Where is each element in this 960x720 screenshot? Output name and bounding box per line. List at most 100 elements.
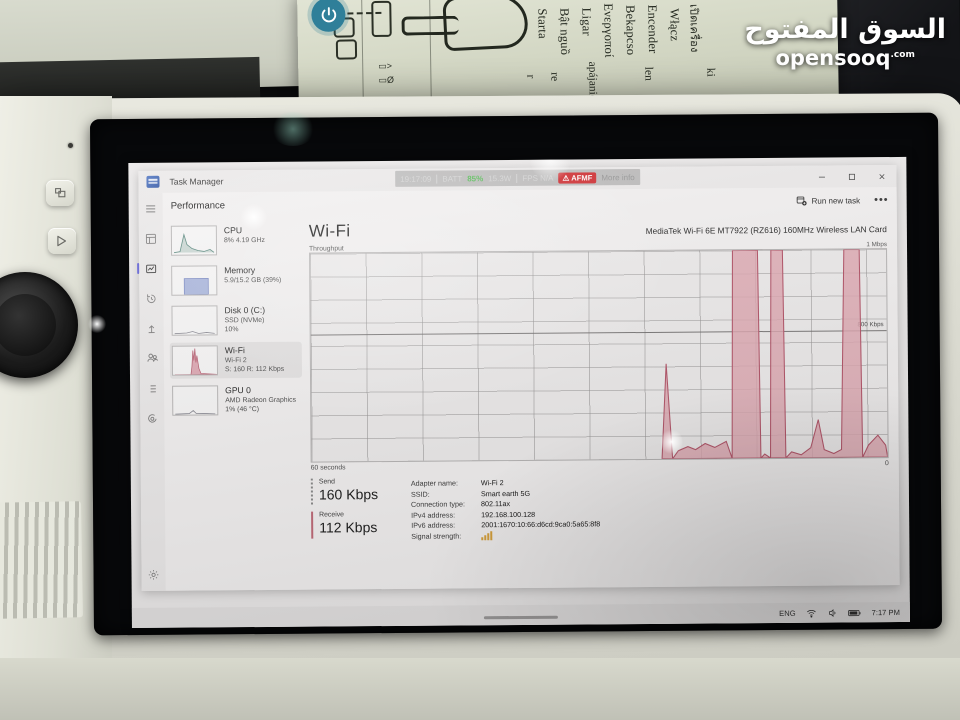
close-button[interactable] bbox=[866, 165, 896, 187]
perf-item-disk[interactable]: Disk 0 (C:) SSD (NVMe) 10% bbox=[169, 302, 301, 339]
manual-lang-2: Ligar bbox=[579, 7, 594, 36]
send-value: 160 Kbps bbox=[318, 486, 379, 503]
minimize-button[interactable] bbox=[806, 165, 836, 187]
watermark-arabic-text: السوق المفتوح bbox=[744, 14, 946, 45]
osd-divider-1 bbox=[436, 174, 438, 184]
wifi-stats: Send 160 Kbps Receive 112 Kbps Adapter n… bbox=[310, 474, 890, 545]
wifi-icon[interactable] bbox=[806, 607, 817, 618]
battery-icon[interactable] bbox=[847, 607, 862, 618]
osd-batt-label: BATT bbox=[442, 173, 463, 184]
more-options-button[interactable]: ••• bbox=[874, 194, 889, 206]
throughput-graph: 800 Kbps bbox=[309, 248, 889, 463]
services-icon[interactable] bbox=[144, 410, 161, 427]
perf-item-gpu[interactable]: GPU 0 AMD Radeon Graphics 1% (46 °C) bbox=[170, 382, 302, 419]
navigation-rail bbox=[138, 192, 166, 591]
field-key: Connection type: bbox=[410, 499, 466, 509]
gpu-title: GPU 0 bbox=[225, 385, 251, 396]
taskbar-drag-handle[interactable] bbox=[483, 615, 558, 620]
afmf-badge: ⚠ AFMF bbox=[558, 171, 597, 184]
adapter-model-label: MediaTek Wi-Fi 6E MT7922 (RZ616) 160MHz … bbox=[645, 224, 887, 236]
watermark-latin-text: opensooq.com bbox=[775, 46, 915, 70]
manual-lang-3: Ενεργοποί bbox=[601, 3, 617, 58]
field-ssid: SSID: Smart earth 5G bbox=[411, 488, 600, 498]
run-new-task-button[interactable]: Run new task bbox=[796, 194, 861, 207]
performance-list: CPU 8% 4.19 GHz Memory 5.9/15.2 GB (39%)… bbox=[163, 218, 304, 591]
settings-gear-icon[interactable] bbox=[145, 566, 162, 583]
windows-taskbar: ENG 7:17 PM bbox=[131, 601, 910, 629]
performance-icon[interactable] bbox=[143, 260, 160, 277]
run-new-task-label: Run new task bbox=[811, 195, 861, 206]
field-key: IPv4 address: bbox=[411, 509, 456, 520]
task-manager-app-icon bbox=[146, 175, 160, 188]
maximize-button[interactable] bbox=[836, 165, 866, 187]
field-value: Smart earth 5G bbox=[480, 488, 531, 498]
disk-text: Disk 0 (C:) SSD (NVMe) 10% bbox=[224, 305, 265, 334]
memory-sub1: 5.9/15.2 GB (39%) bbox=[224, 276, 282, 285]
details-icon[interactable] bbox=[144, 380, 161, 397]
wifi-sub1: Wi-Fi 2 bbox=[224, 356, 247, 365]
osd-watts: 15.3W bbox=[488, 173, 512, 183]
field-signal-strength: Signal strength: bbox=[411, 530, 600, 540]
speaker-icon[interactable] bbox=[827, 607, 838, 618]
receive-value: 112 Kbps bbox=[319, 519, 378, 536]
window-body: Performance Run new task ••• CPU 8% 4.19… bbox=[138, 187, 900, 591]
amd-overlay-hud: 19:17:09 BATT 85% 15.3W FPS N/A ⚠ AFMF M… bbox=[395, 169, 640, 187]
wifi-title: Wi-Fi bbox=[224, 345, 245, 356]
disk-sub2: 10% bbox=[224, 326, 239, 334]
perf-item-memory[interactable]: Memory 5.9/15.2 GB (39%) bbox=[169, 262, 301, 299]
hand-finger-illustration bbox=[401, 15, 459, 36]
language-indicator[interactable]: ENG bbox=[779, 608, 796, 617]
disk-title: Disk 0 (C:) bbox=[224, 304, 266, 316]
wifi-detail-panel: Wi-Fi MediaTek Wi-Fi 6E MT7922 (RZ616) 1… bbox=[301, 213, 900, 590]
front-camera-icon bbox=[68, 143, 73, 148]
perf-item-wifi[interactable]: Wi-Fi Wi-Fi 2 S: 160 R: 112 Kbps bbox=[169, 341, 303, 379]
perf-item-cpu[interactable]: CPU 8% 4.19 GHz bbox=[169, 222, 301, 259]
opensooq-watermark: السوق المفتوح opensooq.com bbox=[744, 16, 946, 71]
receive-stat: Receive 112 Kbps bbox=[311, 511, 393, 539]
photo-scene: ▭> ▭Ø Starta Bật nguồ Ligar Ενεργοποί Be… bbox=[0, 0, 960, 720]
field-key: Adapter name: bbox=[410, 478, 459, 488]
app-history-icon[interactable] bbox=[143, 290, 160, 307]
field-connection-type: Connection type: 802.11ax bbox=[410, 498, 600, 509]
field-value: Wi-Fi 2 bbox=[480, 478, 504, 488]
wifi-sub2: S: 160 R: 112 Kbps bbox=[224, 365, 285, 374]
taskbar-clock[interactable]: 7:17 PM bbox=[872, 607, 900, 616]
manual-lang-4: Bekapcso bbox=[623, 4, 639, 56]
gpu-sub2: 1% (46 °C) bbox=[225, 405, 260, 414]
manual-lang-1: Bật nguồ bbox=[557, 7, 573, 56]
gpu-sub1: AMD Radeon Graphics bbox=[225, 396, 297, 405]
window-controls bbox=[806, 165, 896, 188]
field-key: Signal strength: bbox=[411, 530, 462, 541]
gpu-text: GPU 0 AMD Radeon Graphics 1% (46 °C) bbox=[225, 385, 296, 415]
adapter-details-table: Adapter name: Wi-Fi 2 SSID: Smart earth … bbox=[411, 476, 601, 543]
page-title: Performance bbox=[170, 199, 226, 212]
osd-more-info[interactable]: More info bbox=[601, 173, 634, 182]
content-split: CPU 8% 4.19 GHz Memory 5.9/15.2 GB (39%)… bbox=[163, 213, 900, 591]
afmf-label: AFMF bbox=[571, 172, 593, 183]
detail-header: Wi-Fi MediaTek Wi-Fi 6E MT7922 (RZ616) 1… bbox=[309, 217, 887, 242]
memory-sparkline bbox=[171, 265, 218, 296]
osd-batt-percent: 85% bbox=[467, 173, 484, 183]
hamburger-icon[interactable] bbox=[142, 200, 159, 217]
osd-divider-2 bbox=[516, 173, 518, 183]
device-play-button[interactable] bbox=[48, 228, 76, 254]
field-ipv4: IPv4 address: 192.168.100.128 bbox=[411, 509, 600, 519]
memory-title: Memory bbox=[224, 265, 256, 276]
send-series-swatch bbox=[310, 478, 314, 506]
wifi-sparkline bbox=[171, 345, 219, 376]
wifi-text: Wi-Fi Wi-Fi 2 S: 160 R: 112 Kbps bbox=[225, 345, 284, 375]
field-value: 192.168.100.128 bbox=[481, 509, 536, 519]
field-key: SSID: bbox=[410, 489, 430, 499]
users-icon[interactable] bbox=[143, 350, 160, 367]
disk-sparkline bbox=[171, 305, 218, 336]
startup-apps-icon[interactable] bbox=[143, 320, 160, 337]
receive-series-swatch bbox=[311, 511, 314, 539]
device-window-button[interactable] bbox=[46, 180, 74, 206]
run-new-task-icon bbox=[796, 196, 807, 206]
send-stat: Send 160 Kbps bbox=[310, 478, 393, 506]
processes-icon[interactable] bbox=[142, 230, 159, 247]
field-ipv6: IPv6 address: 2001:1670:10:66:d6cd:9ca0:… bbox=[411, 519, 600, 529]
manual-lang-r2-4: ki bbox=[704, 67, 717, 77]
manual-lang-6: Włącz bbox=[667, 8, 682, 42]
warning-icon: ⚠ bbox=[562, 173, 570, 183]
